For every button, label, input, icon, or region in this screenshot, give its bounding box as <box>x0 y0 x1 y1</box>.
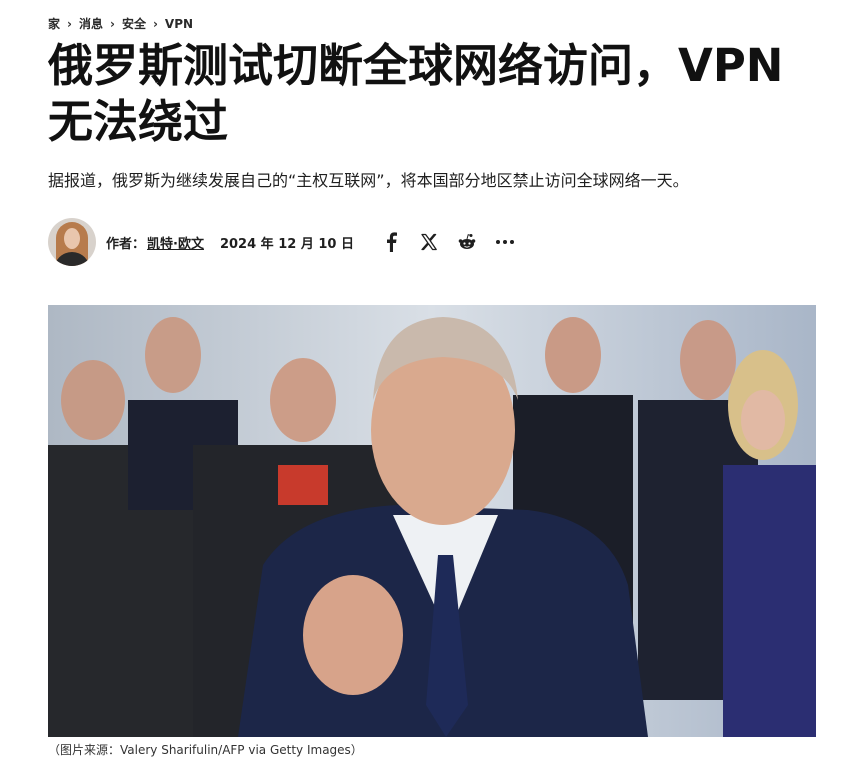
chevron-right-icon: › <box>67 16 72 31</box>
breadcrumb-news[interactable]: 消息 <box>79 15 103 32</box>
byline: 作者： 凯特·欧文 2024 年 12 月 10 日 <box>48 216 816 268</box>
hero-image <box>48 305 816 737</box>
author-name-link[interactable]: 凯特·欧文 <box>147 233 204 252</box>
article-headline: 俄罗斯测试切断全球网络访问，VPN 无法绕过 <box>48 38 816 150</box>
facebook-icon[interactable] <box>380 231 402 253</box>
author-label: 作者： <box>106 236 146 252</box>
more-icon[interactable] <box>494 231 516 253</box>
share-bar <box>380 231 532 253</box>
reddit-icon[interactable] <box>456 231 478 253</box>
breadcrumb: 家 › 消息 › 安全 › VPN <box>48 15 193 32</box>
image-caption: （图片来源：Valery Sharifulin/AFP via Getty Im… <box>48 743 363 757</box>
article-subtitle: 据报道，俄罗斯为继续发展自己的“主权互联网”，将本国部分地区禁止访问全球网络一天… <box>48 171 689 190</box>
chevron-right-icon: › <box>109 16 115 31</box>
breadcrumb-home[interactable]: 家 <box>48 15 60 32</box>
publish-date: 2024 年 12 月 10 日 <box>219 236 354 252</box>
chevron-right-icon: › <box>152 16 158 31</box>
headline-line-1: 俄罗斯测试切断全球网络访问，VPN <box>48 39 784 92</box>
breadcrumb-security[interactable]: 安全 <box>122 15 146 32</box>
breadcrumb-vpn[interactable]: VPN <box>165 17 193 31</box>
x-icon[interactable] <box>418 231 440 253</box>
author-avatar[interactable] <box>48 218 96 266</box>
headline-line-2: 无法绕过 <box>48 95 229 148</box>
